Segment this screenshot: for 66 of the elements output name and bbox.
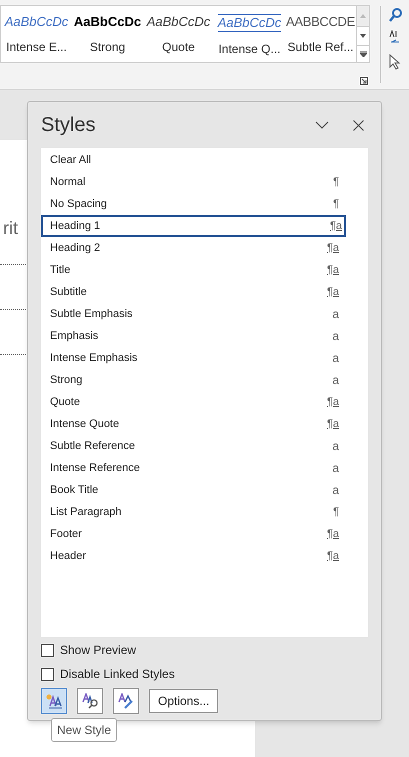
checkbox-label: Disable Linked Styles xyxy=(60,666,175,683)
style-type-symbol: ¶a xyxy=(326,548,339,564)
style-list-item[interactable]: No Spacing ¶ xyxy=(41,193,368,215)
style-list-item[interactable]: Subtle Emphasis a xyxy=(41,303,368,325)
style-list-item[interactable]: Title ¶a xyxy=(41,259,368,281)
tooltip: New Style xyxy=(51,718,118,742)
checkbox[interactable] xyxy=(41,668,54,680)
style-type-symbol: ¶ xyxy=(333,174,339,190)
style-list-item[interactable]: Footer ¶a xyxy=(41,523,368,545)
chevron-down-icon xyxy=(315,121,329,129)
manage-styles-icon xyxy=(117,693,135,709)
close-button[interactable] xyxy=(353,120,364,130)
style-list-item[interactable]: Strong a xyxy=(41,369,368,391)
new-style-icon xyxy=(45,693,63,709)
pane-title: Styles xyxy=(41,113,96,138)
style-type-symbol: ¶a xyxy=(330,218,342,234)
style-gallery-item[interactable]: AaBbCcDc Intense E... xyxy=(1,6,72,62)
down-arrow-icon xyxy=(360,34,366,38)
style-type-symbol: ¶a xyxy=(326,526,339,542)
style-gallery-item[interactable]: AaBbCcDc Quote xyxy=(143,6,214,62)
document-text: rit xyxy=(3,217,18,239)
style-type-symbol: ¶a xyxy=(326,284,339,300)
style-list-item[interactable]: Intense Emphasis a xyxy=(41,347,368,369)
style-list-item[interactable]: Heading 2 ¶a xyxy=(41,237,368,259)
style-list-item[interactable]: Book Title a xyxy=(41,479,368,501)
up-arrow-icon xyxy=(360,14,366,18)
style-gallery-item[interactable]: AABBCCDE Subtle Ref... xyxy=(285,6,356,62)
manage-styles-button[interactable] xyxy=(113,688,139,714)
style-type-symbol: ¶a xyxy=(326,262,339,278)
options-button[interactable]: Options... xyxy=(149,689,218,713)
style-list-item[interactable]: Header ¶a xyxy=(41,545,368,567)
cursor-icon[interactable] xyxy=(389,54,401,70)
new-style-button[interactable] xyxy=(41,688,67,714)
style-list-item[interactable]: Subtitle ¶a xyxy=(41,281,368,303)
style-list-item[interactable]: List Paragraph ¶ xyxy=(41,501,368,523)
style-gallery-item[interactable]: AaBbCcDc Strong xyxy=(72,6,143,62)
style-inspector-icon xyxy=(81,693,99,709)
style-inspector-button[interactable] xyxy=(77,688,103,714)
style-type-symbol: a xyxy=(332,482,339,499)
style-gallery-item[interactable]: AaBbCcDc Intense Q... xyxy=(214,6,285,62)
style-type-symbol: a xyxy=(332,350,339,367)
style-type-symbol: ¶a xyxy=(326,240,339,256)
style-type-symbol: a xyxy=(332,460,339,477)
style-list-item[interactable]: Intense Quote ¶a xyxy=(41,413,368,435)
style-type-symbol: a xyxy=(332,438,339,455)
style-list-item[interactable]: Emphasis a xyxy=(41,325,368,347)
pane-options-button[interactable] xyxy=(315,121,329,129)
style-list-item[interactable]: Intense Reference a xyxy=(41,457,368,479)
style-type-symbol: a xyxy=(332,306,339,323)
style-type-symbol: ¶a xyxy=(326,416,339,432)
dialog-launcher-icon[interactable] xyxy=(360,77,368,85)
style-type-symbol: ¶ xyxy=(333,196,339,212)
style-type-symbol: ¶a xyxy=(326,394,339,410)
checkbox-label: Show Preview xyxy=(60,642,136,659)
search-icon[interactable] xyxy=(389,8,403,22)
expand-gallery-icon xyxy=(360,51,366,57)
style-list-item[interactable]: Quote ¶a xyxy=(41,391,368,413)
style-list-item[interactable]: Subtle Reference a xyxy=(41,435,368,457)
style-list-item[interactable]: Normal ¶ xyxy=(41,171,368,193)
style-type-symbol: ¶ xyxy=(333,504,339,520)
style-type-symbol: a xyxy=(332,328,339,345)
style-list-item[interactable]: Heading 1 ¶a xyxy=(41,215,346,237)
style-list-item[interactable]: Clear All xyxy=(41,149,368,171)
checkbox[interactable] xyxy=(41,644,54,656)
style-type-symbol: a xyxy=(332,372,339,389)
close-icon xyxy=(353,120,364,130)
